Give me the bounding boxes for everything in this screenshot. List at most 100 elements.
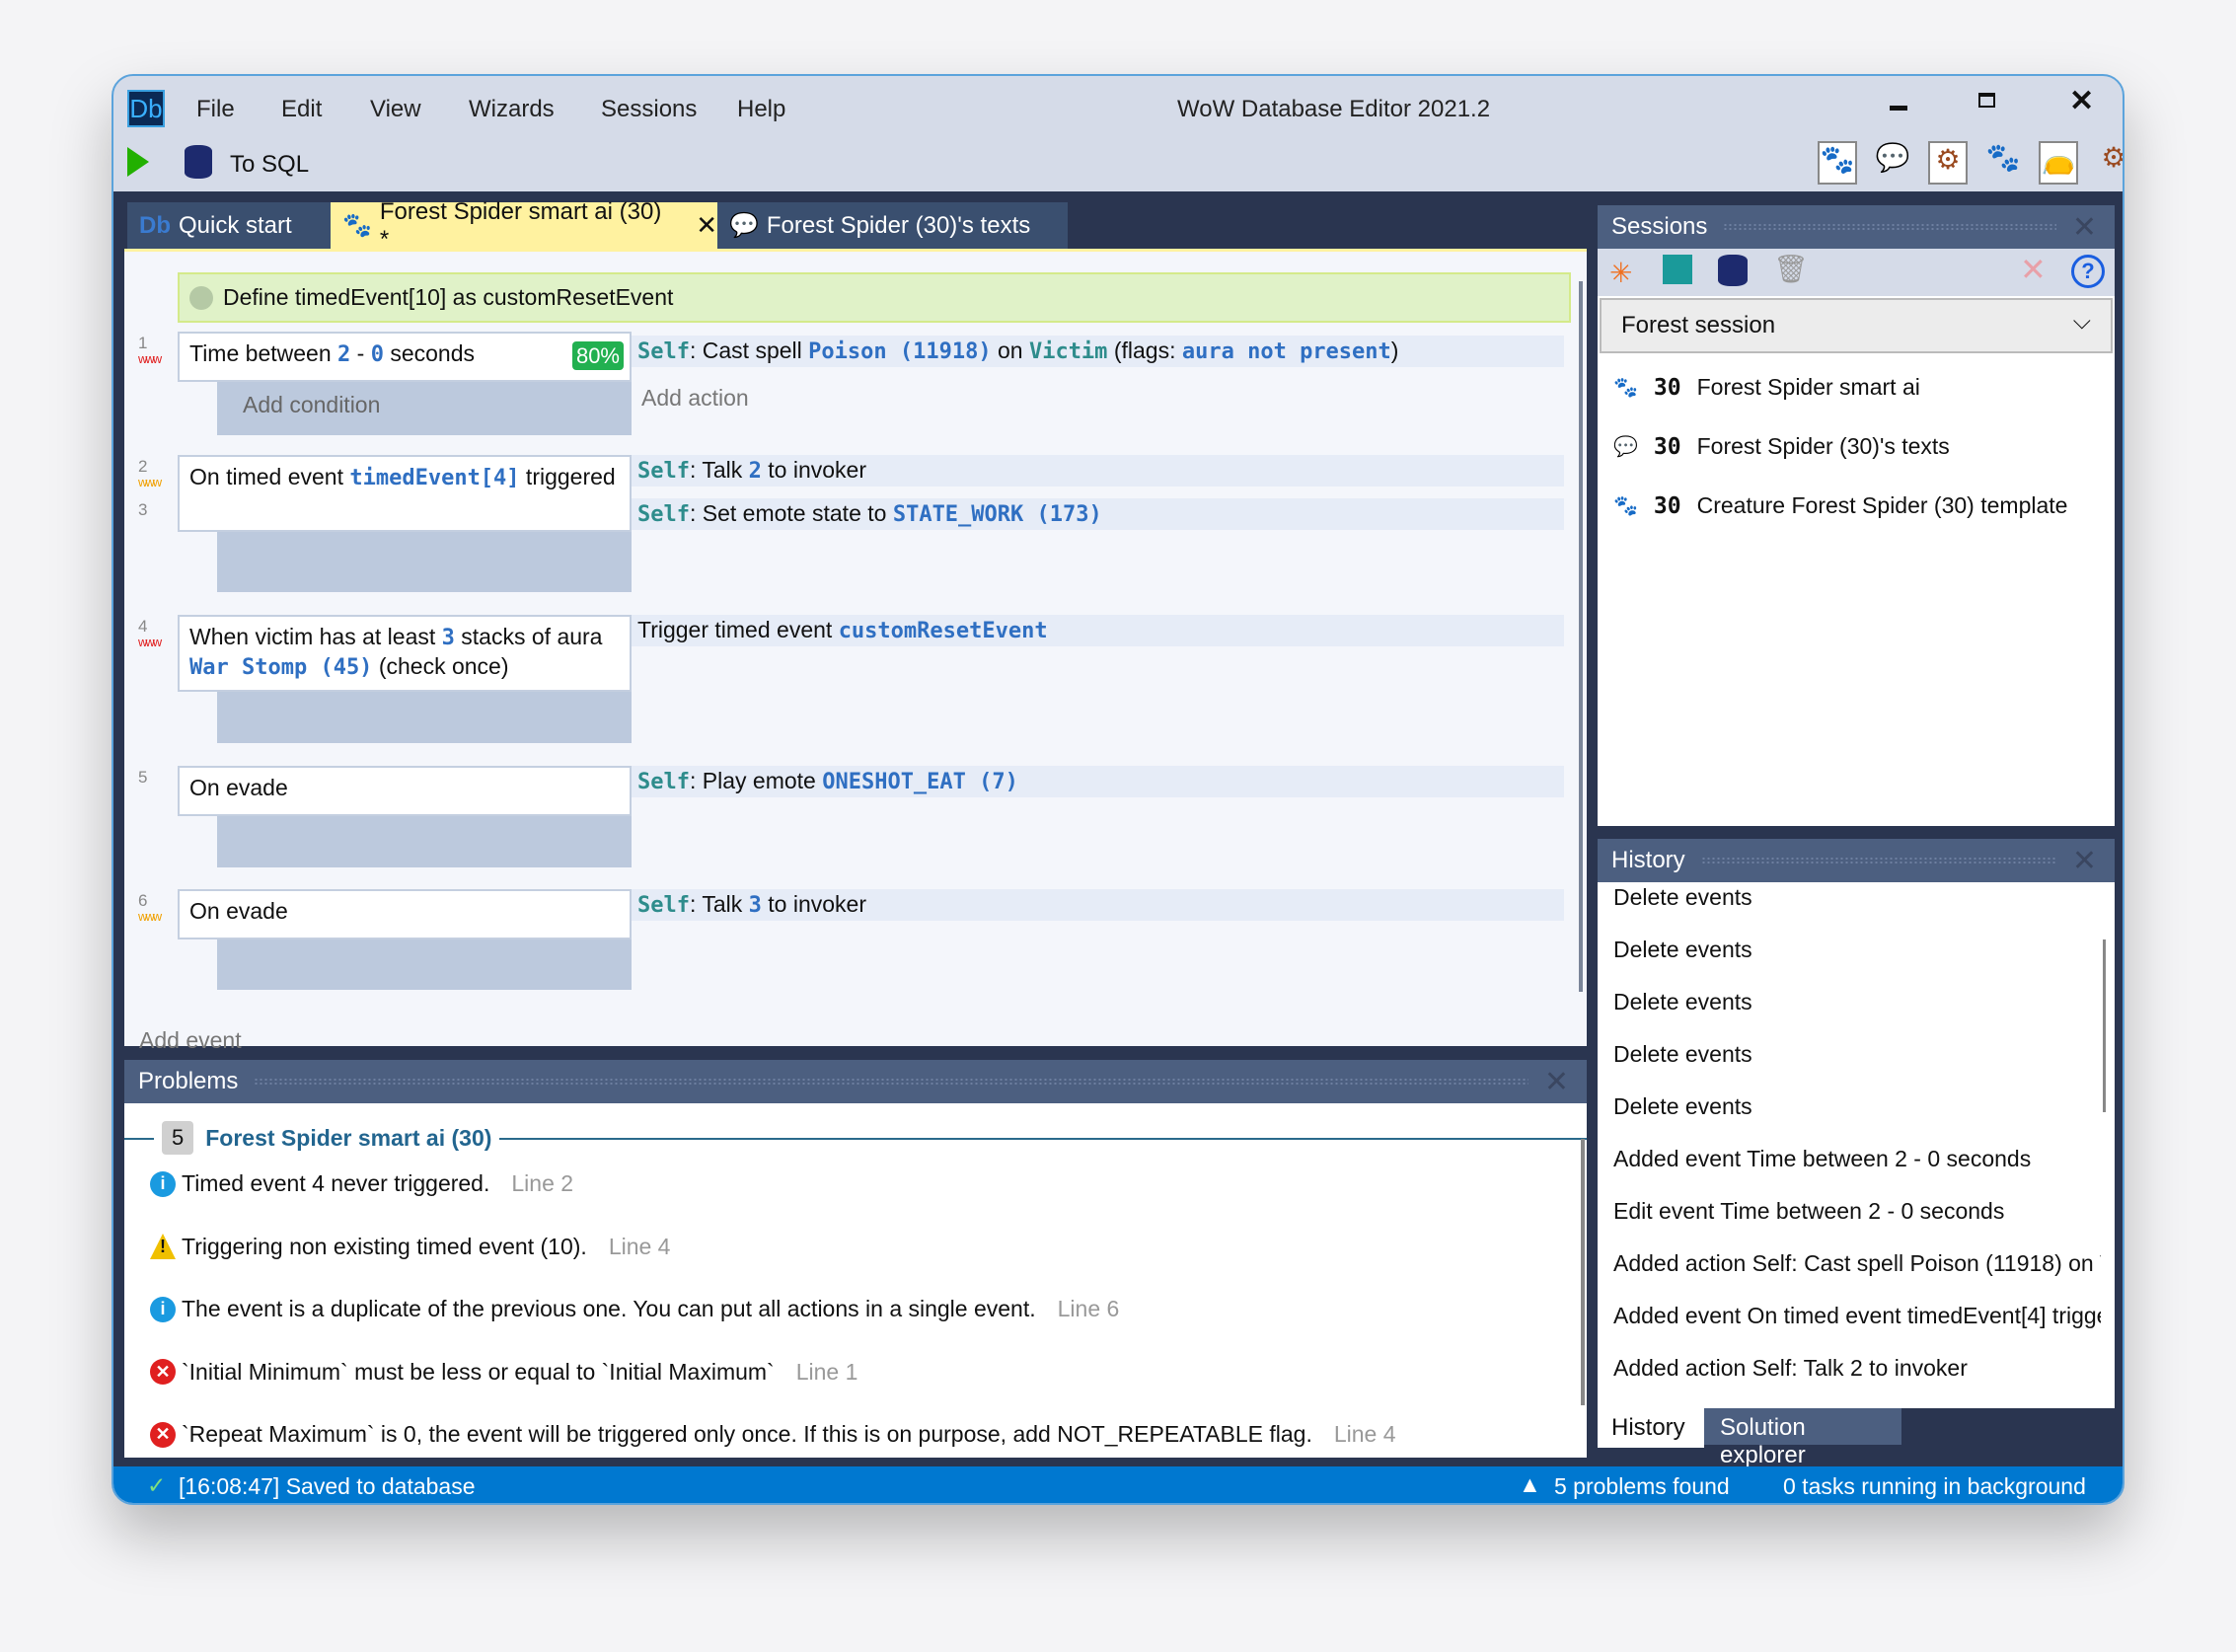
problem-line: Line 2 bbox=[511, 1170, 574, 1196]
history-list[interactable]: Delete events Delete events Delete events D… bbox=[1598, 882, 2101, 1408]
menu-sessions[interactable]: Sessions bbox=[601, 96, 697, 123]
action-row[interactable]: Self: Cast spell Poison (11918) on Victi… bbox=[632, 336, 1564, 367]
define-text: Define timedEvent[10] as customResetEven… bbox=[223, 284, 674, 310]
history-item[interactable]: Delete events bbox=[1613, 884, 1752, 911]
smart-script-editor[interactable]: Define timedEvent[10] as customResetEven… bbox=[124, 249, 1587, 1053]
status-tasks[interactable]: 0 tasks running in background bbox=[1783, 1473, 2086, 1500]
session-item[interactable]: 🐾 30 Creature Forest Spider (30) template bbox=[1613, 492, 2067, 519]
add-condition-area[interactable] bbox=[217, 532, 632, 592]
save-icon[interactable] bbox=[1663, 255, 1692, 284]
problem-item[interactable]: ! Triggering non existing timed event (10… bbox=[150, 1234, 670, 1260]
add-event-button[interactable]: Add event bbox=[139, 1027, 242, 1054]
history-item[interactable]: Added event On timed event timedEvent[4]… bbox=[1613, 1303, 2101, 1329]
history-item[interactable]: Added action Self: Cast spell Poison (11… bbox=[1613, 1250, 2101, 1277]
maximize-button[interactable] bbox=[1978, 93, 1995, 108]
history-item[interactable]: Added event Time between 2 - 0 seconds bbox=[1613, 1146, 2031, 1172]
close-icon[interactable]: ✕ bbox=[2072, 210, 2097, 245]
problems-scrollbar[interactable] bbox=[1581, 1139, 1585, 1405]
tab-quick-start[interactable]: Db Quick start bbox=[127, 202, 331, 249]
session-item[interactable]: 💬 30 Forest Spider (30)'s texts bbox=[1613, 433, 1950, 460]
tab-history[interactable]: History bbox=[1598, 1408, 1704, 1448]
text-token: stacks of aura bbox=[454, 624, 603, 649]
add-condition-area[interactable] bbox=[217, 692, 632, 743]
db-logo-icon: Db bbox=[139, 211, 171, 239]
close-icon[interactable]: ✕ bbox=[1544, 1065, 1569, 1099]
problem-item[interactable]: i The event is a duplicate of the previou… bbox=[150, 1296, 1119, 1322]
menu-view[interactable]: View bbox=[370, 96, 421, 123]
menu-help[interactable]: Help bbox=[737, 96, 785, 123]
tab-smart-ai[interactable]: 🐾 Forest Spider smart ai (30) * ✕ bbox=[331, 198, 717, 253]
close-button[interactable]: ✕ bbox=[2069, 84, 2094, 118]
minimize-button[interactable] bbox=[1890, 106, 1907, 111]
text-token: : Talk bbox=[689, 891, 749, 917]
history-item[interactable]: Delete events bbox=[1613, 1093, 1752, 1120]
history-item[interactable]: Edit event Time between 2 - 0 seconds bbox=[1613, 1198, 2004, 1225]
text-token: : Cast spell bbox=[689, 338, 809, 363]
problem-item[interactable]: ✕ `Initial Minimum` must be less or equal… bbox=[150, 1359, 857, 1386]
menu-file[interactable]: File bbox=[196, 96, 235, 123]
loot-bag-icon[interactable]: 👝 bbox=[2039, 141, 2078, 185]
gear-doc-icon[interactable]: ⚙ bbox=[1928, 141, 1968, 185]
chat-bubble-icon: 💬 bbox=[1613, 436, 1638, 458]
warning-icon: ▲ bbox=[1519, 1471, 1541, 1497]
panel-title: Sessions bbox=[1611, 213, 1708, 240]
history-item[interactable]: Delete events bbox=[1613, 937, 1752, 963]
action-row[interactable]: Self: Play emote ONESHOT_EAT (7) bbox=[632, 766, 1564, 797]
problem-item[interactable]: i Timed event 4 never triggered. Line 2 bbox=[150, 1170, 573, 1197]
help-icon[interactable]: ? bbox=[2071, 255, 2105, 288]
close-icon[interactable]: ✕ bbox=[2072, 844, 2097, 878]
action-row[interactable]: Self: Talk 3 to invoker bbox=[632, 889, 1564, 921]
settings-doc-icon[interactable]: ⚙ bbox=[2094, 141, 2123, 185]
drag-grip[interactable] bbox=[1723, 223, 2056, 231]
event-condition[interactable]: Time between 2 - 0 seconds 80% bbox=[178, 332, 632, 382]
add-condition-area[interactable] bbox=[217, 816, 632, 867]
session-item[interactable]: 🐾 30 Forest Spider smart ai bbox=[1613, 374, 1920, 401]
creature-paw-doc-icon[interactable]: 🐾 bbox=[1818, 141, 1857, 185]
session-select[interactable]: Forest session ⌵ bbox=[1600, 298, 2113, 353]
problem-text: `Initial Minimum` must be less or equal … bbox=[182, 1358, 775, 1385]
new-session-icon[interactable]: ✳ bbox=[1609, 257, 1632, 289]
status-problems[interactable]: 5 problems found bbox=[1554, 1473, 1730, 1500]
code-token: STATE_WORK (173) bbox=[892, 502, 1102, 527]
tab-label: Forest Spider (30)'s texts bbox=[766, 211, 1031, 239]
code-token: ONESHOT_EAT (7) bbox=[822, 770, 1018, 794]
drag-grip[interactable] bbox=[1700, 857, 2056, 864]
problem-item[interactable]: ✕ `Repeat Maximum` is 0, the event will b… bbox=[150, 1421, 1396, 1448]
problem-group-header[interactable]: 5 Forest Spider smart ai (30) bbox=[154, 1121, 500, 1155]
text-token: - bbox=[350, 340, 371, 366]
event-condition[interactable]: On evade bbox=[178, 766, 632, 816]
menu-wizards[interactable]: Wizards bbox=[469, 96, 555, 123]
history-item[interactable]: Delete events bbox=[1613, 989, 1752, 1015]
drag-grip[interactable] bbox=[254, 1078, 1528, 1086]
action-row[interactable]: Self: Set emote state to STATE_WORK (173… bbox=[632, 498, 1564, 530]
history-item[interactable]: Delete events bbox=[1613, 1041, 1752, 1068]
history-scrollbar[interactable] bbox=[2103, 939, 2106, 1112]
line-number: 5 bbox=[138, 768, 148, 787]
event-condition[interactable]: On evade bbox=[178, 889, 632, 939]
tab-solution-explorer[interactable]: Solution explorer bbox=[1704, 1408, 1901, 1468]
event-condition[interactable]: When victim has at least 3 stacks of aur… bbox=[178, 615, 632, 692]
text-token: On timed event bbox=[189, 464, 350, 489]
text-token: (check once) bbox=[372, 653, 509, 679]
play-icon[interactable] bbox=[127, 147, 149, 177]
editor-scrollbar[interactable] bbox=[1579, 281, 1583, 992]
add-condition-area[interactable] bbox=[217, 939, 632, 990]
add-condition-area[interactable]: Add condition bbox=[217, 382, 632, 435]
event-condition[interactable]: On timed event timedEvent[4] triggered bbox=[178, 455, 632, 532]
chat-bubble-icon[interactable]: 💬 bbox=[1873, 141, 1912, 185]
add-condition-button[interactable]: Add condition bbox=[243, 392, 380, 417]
database-sql-icon[interactable] bbox=[1718, 255, 1748, 286]
action-row[interactable]: Trigger timed event customResetEvent bbox=[632, 615, 1564, 646]
history-item[interactable]: Added action Self: Talk 2 to invoker bbox=[1613, 1355, 1968, 1382]
define-row[interactable]: Define timedEvent[10] as customResetEven… bbox=[178, 272, 1571, 323]
menu-edit[interactable]: Edit bbox=[281, 96, 322, 123]
tab-close-icon[interactable]: ✕ bbox=[696, 210, 717, 241]
delete-icon[interactable]: ✕ bbox=[2020, 251, 2047, 288]
trash-icon[interactable]: 🗑 bbox=[1773, 253, 1809, 285]
line-number: 3 bbox=[138, 500, 148, 519]
to-sql-button[interactable]: To SQL bbox=[230, 151, 309, 179]
add-action-button[interactable]: Add action bbox=[641, 385, 749, 412]
tab-texts[interactable]: 💬 Forest Spider (30)'s texts bbox=[717, 202, 1068, 249]
paw-icon[interactable]: 🐾 bbox=[1983, 141, 2023, 185]
action-row[interactable]: Self: Talk 2 to invoker bbox=[632, 455, 1564, 487]
